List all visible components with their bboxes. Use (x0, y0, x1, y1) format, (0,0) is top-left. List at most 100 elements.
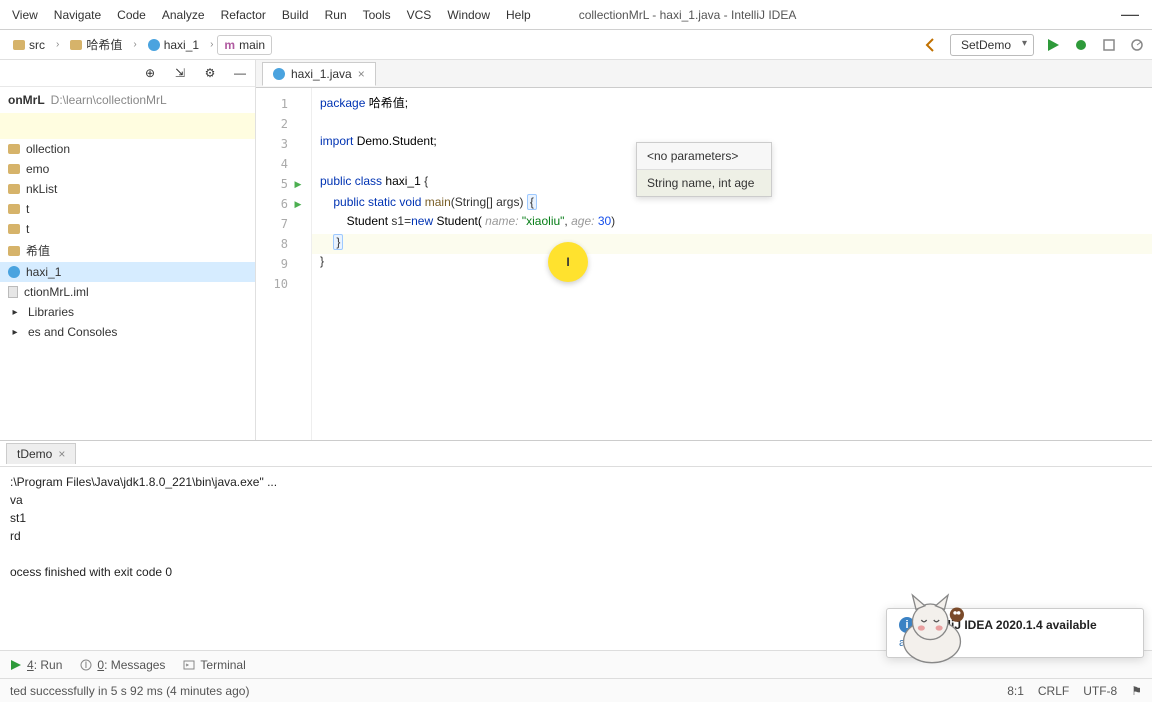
code-area[interactable]: package 哈希值; import Demo.Student; public… (312, 88, 1152, 440)
crumb-package[interactable]: 哈希值 (63, 33, 129, 56)
editor-gutter[interactable]: 1 2 3 4 5▶ 6▶ 7 8 9 10 (256, 88, 312, 440)
run-config-select[interactable]: SetDemo (950, 34, 1034, 56)
tree-item[interactable]: ▸ Libraries (0, 302, 255, 322)
editor-tabs: haxi_1.java × (256, 60, 1152, 88)
project-tree[interactable]: ollection emo nkList t t 希值 haxi_1 ction… (0, 139, 255, 342)
main-menu: View Navigate Code Analyze Refactor Buil… (4, 4, 539, 26)
tree-item[interactable]: t (0, 199, 255, 219)
tree-item-label: ctionMrL.iml (24, 285, 89, 299)
status-inspection-icon[interactable]: ⚑ (1131, 684, 1142, 698)
menu-analyze[interactable]: Analyze (154, 4, 213, 26)
tree-item[interactable]: ctionMrL.iml (0, 282, 255, 302)
tree-item-label: t (26, 222, 29, 236)
status-caret-pos[interactable]: 8:1 (1007, 684, 1024, 698)
profiler-icon[interactable] (1128, 36, 1146, 54)
folder-icon (8, 224, 20, 234)
param-row[interactable]: <no parameters> (637, 143, 771, 169)
terminal-toolwindow-button[interactable]: Terminal (183, 658, 245, 672)
console-line: va (10, 493, 1142, 511)
tree-item[interactable]: ▸ es and Consoles (0, 322, 255, 342)
back-nav-icon[interactable] (922, 36, 940, 54)
hide-icon[interactable]: — (231, 64, 249, 82)
chevron-right-icon: › (210, 39, 213, 50)
coverage-icon[interactable] (1100, 36, 1118, 54)
crumb-class[interactable]: haxi_1 (141, 35, 206, 55)
run-gutter-icon[interactable]: ▶ (288, 199, 308, 210)
menu-navigate[interactable]: Navigate (46, 4, 109, 26)
tree-item-haxi1[interactable]: haxi_1 (0, 262, 255, 282)
cat-mascot-icon (887, 588, 977, 668)
chevron-right-icon: › (56, 39, 59, 50)
parameter-info-popup[interactable]: <no parameters> String name, int age (636, 142, 772, 197)
folder-icon (13, 40, 25, 50)
console-line (10, 547, 1142, 565)
tree-item-label: emo (26, 162, 49, 176)
run-config-label: SetDemo (961, 38, 1011, 52)
chevron-right-icon: › (133, 39, 136, 50)
scratches-icon: ▸ (8, 325, 22, 339)
console-line: :\Program Files\Java\jdk1.8.0_221\bin\ja… (10, 475, 1142, 493)
folder-icon (8, 246, 20, 256)
editor-area[interactable]: 1 2 3 4 5▶ 6▶ 7 8 9 10 package 哈希值; impo… (256, 88, 1152, 440)
menu-code[interactable]: Code (109, 4, 154, 26)
window-title: collectionMrL - haxi_1.java - IntelliJ I… (579, 8, 797, 22)
tree-item-label: t (26, 202, 29, 216)
console-line: rd (10, 529, 1142, 547)
navigation-bar: src › 哈希值 › haxi_1 › m main SetDemo (0, 30, 1152, 60)
close-icon[interactable]: × (58, 447, 65, 461)
project-root[interactable]: onMrL D:\learn\collectionMrL (0, 87, 255, 113)
status-line-sep[interactable]: CRLF (1038, 684, 1069, 698)
menu-tools[interactable]: Tools (355, 4, 399, 26)
locate-icon[interactable]: ⊕ (141, 64, 159, 82)
menu-vcs[interactable]: VCS (399, 4, 440, 26)
tree-item-label: ollection (26, 142, 70, 156)
gear-icon[interactable]: ⚙ (201, 64, 219, 82)
tree-item[interactable]: t (0, 219, 255, 239)
menu-help[interactable]: Help (498, 4, 539, 26)
project-tool-window: ⊕ ⇲ ⚙ — onMrL D:\learn\collectionMrL oll… (0, 60, 256, 440)
run-tab[interactable]: tDemo× (6, 443, 76, 464)
crumb-src[interactable]: src (6, 35, 52, 55)
crumb-label: 哈希值 (86, 36, 122, 53)
debug-icon[interactable] (1072, 36, 1090, 54)
file-icon (8, 286, 18, 298)
crumb-method[interactable]: m main (217, 35, 272, 55)
project-root-path: D:\learn\collectionMrL (51, 93, 167, 107)
tree-item-label: Libraries (28, 305, 74, 319)
editor-tab-label: haxi_1.java (291, 67, 352, 81)
window-minimize-button[interactable]: — (1108, 4, 1152, 25)
crumb-label: haxi_1 (164, 38, 199, 52)
tree-item-label: es and Consoles (28, 325, 117, 339)
folder-icon (8, 184, 20, 194)
menu-build[interactable]: Build (274, 4, 317, 26)
tree-item[interactable]: emo (0, 159, 255, 179)
menu-view[interactable]: View (4, 4, 46, 26)
class-icon (273, 68, 285, 80)
title-bar: View Navigate Code Analyze Refactor Buil… (0, 0, 1152, 30)
crumb-label: main (239, 38, 265, 52)
tree-item-label: haxi_1 (26, 265, 61, 279)
svg-text:i: i (85, 659, 88, 671)
library-icon: ▸ (8, 305, 22, 319)
tree-item-label: 希值 (26, 242, 50, 259)
messages-toolwindow-button[interactable]: i 0: Messages (80, 658, 165, 672)
tree-item[interactable]: ollection (0, 139, 255, 159)
console-line: st1 (10, 511, 1142, 529)
menu-run[interactable]: Run (317, 4, 355, 26)
cursor-caret-icon: I (566, 255, 569, 269)
status-encoding[interactable]: UTF-8 (1083, 684, 1117, 698)
collapse-icon[interactable]: ⇲ (171, 64, 189, 82)
tree-item[interactable]: nkList (0, 179, 255, 199)
menu-window[interactable]: Window (439, 4, 498, 26)
editor-tab-haxi1[interactable]: haxi_1.java × (262, 62, 376, 86)
run-toolwindow-button[interactable]: 4: Run (10, 658, 62, 672)
menu-refactor[interactable]: Refactor (213, 4, 274, 26)
folder-icon (70, 40, 82, 50)
console-line: ocess finished with exit code 0 (10, 565, 1142, 583)
editor-column: haxi_1.java × 1 2 3 4 5▶ 6▶ 7 8 9 10 pac… (256, 60, 1152, 440)
close-tab-icon[interactable]: × (358, 67, 365, 81)
param-row[interactable]: String name, int age (637, 169, 771, 196)
run-icon[interactable] (1044, 36, 1062, 54)
run-gutter-icon[interactable]: ▶ (288, 179, 308, 190)
tree-item[interactable]: 希值 (0, 239, 255, 262)
